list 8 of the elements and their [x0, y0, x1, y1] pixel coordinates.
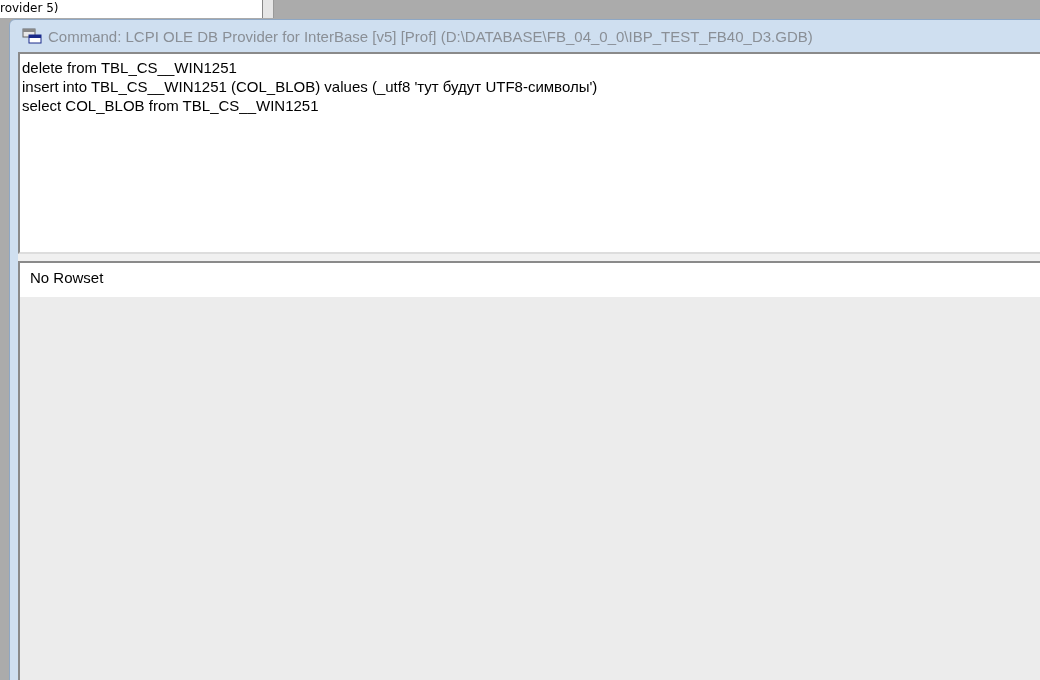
code-line: select COL_BLOB from TBL_CS__WIN1251	[22, 96, 320, 115]
window-title: Command: LCPI OLE DB Provider for InterBase [v5] [Prof] (D:\DATABASE\FB_04_0_0\IBP_TEST_FB40_D3.GDB)	[48, 27, 813, 45]
panel-text: rovider 5)	[0, 1, 59, 15]
code-line: insert into TBL_CS__WIN1251 (COL_BLOB) values (_utf8 'тут будут UTF8-символы')	[22, 77, 599, 96]
scrollbar	[263, 0, 274, 18]
code-line: delete from TBL_CS__WIN1251	[22, 58, 238, 77]
status-message: No Rowset	[20, 263, 1040, 297]
window-icon	[22, 28, 42, 44]
